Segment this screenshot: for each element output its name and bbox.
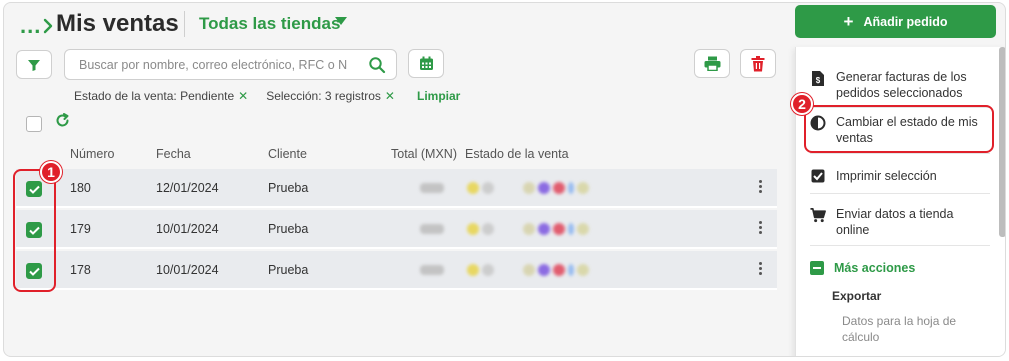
page-title: Mis ventas: [56, 10, 179, 37]
table-row[interactable]: 180 12/01/2024 Prueba: [16, 169, 777, 208]
blurred-total: [420, 262, 444, 278]
chevron-right-icon: [43, 18, 53, 34]
add-order-button[interactable]: + Añadir pedido: [795, 5, 996, 38]
blurred-total: [420, 221, 444, 237]
annotation-highlight-checkboxes: [13, 169, 56, 292]
annotation-badge-2: 2: [791, 93, 813, 115]
add-order-label: Añadir pedido: [863, 14, 948, 29]
caret-down-icon[interactable]: [335, 17, 347, 25]
filter-icon: [28, 59, 40, 71]
menu-item-label: Enviar datos a tienda online: [836, 207, 954, 237]
trash-icon: [751, 55, 765, 71]
printer-icon: [704, 56, 720, 71]
cell-fecha: 12/01/2024: [156, 181, 219, 195]
collapse-icon: [810, 261, 824, 275]
menu-item-label: Imprimir selección: [836, 169, 937, 183]
search-icon[interactable]: [368, 56, 386, 74]
active-filters: Estado de la venta: Pendiente ✕ Selecció…: [74, 89, 460, 103]
refresh-icon[interactable]: [55, 113, 70, 128]
cell-numero: 179: [70, 222, 91, 236]
search-box: [64, 49, 397, 80]
export-heading: Exportar: [832, 289, 882, 303]
export-spreadsheet-link[interactable]: Datos para la hoja de cálculo: [842, 313, 982, 345]
invoice-icon: $: [812, 71, 824, 86]
row-menu-icon[interactable]: [759, 262, 763, 275]
plus-icon: +: [843, 12, 854, 31]
date-filter-button[interactable]: [408, 49, 444, 78]
annotation-badge-1: 1: [40, 161, 62, 183]
menu-item-send-online-store[interactable]: Enviar datos a tienda online: [810, 206, 990, 238]
blurred-status: [467, 180, 589, 196]
cart-icon: [810, 208, 826, 223]
select-all-checkbox[interactable]: [26, 116, 42, 132]
panel-scrollbar[interactable]: [999, 47, 1005, 237]
column-header-cliente[interactable]: Cliente: [268, 147, 307, 161]
menu-divider: [810, 193, 990, 194]
table-row[interactable]: 179 10/01/2024 Prueba: [16, 210, 777, 249]
menu-item-print-selection[interactable]: Imprimir selección: [810, 168, 990, 184]
blurred-total: [420, 180, 444, 196]
filter-chip-status: Estado de la venta: Pendiente: [74, 89, 235, 103]
column-header-estado[interactable]: Estado de la venta: [465, 147, 569, 161]
filter-chip-selection: Selección: 3 registros: [266, 89, 381, 103]
header-divider: [184, 11, 185, 37]
checkbox-icon: [811, 169, 825, 183]
menu-item-label: Generar facturas de los pedidos seleccio…: [836, 70, 967, 100]
menu-divider: [810, 153, 990, 154]
remove-filter-selection-icon[interactable]: ✕: [385, 89, 395, 103]
blurred-status: [467, 221, 589, 237]
store-selector[interactable]: Todas las tiendas: [199, 14, 340, 34]
cell-fecha: 10/01/2024: [156, 263, 219, 277]
print-button[interactable]: [694, 49, 730, 78]
more-actions-label: Más acciones: [834, 261, 916, 275]
remove-filter-status-icon[interactable]: ✕: [238, 89, 248, 103]
breadcrumb-ellipsis[interactable]: ...: [20, 13, 41, 39]
app-window: ... Mis ventas Todas las tiendas Buscar …: [3, 2, 1006, 357]
table-row[interactable]: 178 10/01/2024 Prueba: [16, 251, 777, 290]
cell-numero: 178: [70, 263, 91, 277]
menu-divider: [810, 245, 990, 246]
search-input[interactable]: [79, 56, 353, 74]
cell-cliente: Prueba: [268, 181, 309, 195]
cell-cliente: Prueba: [268, 222, 309, 236]
calendar-icon: [419, 56, 433, 70]
filter-button[interactable]: [16, 50, 52, 79]
blurred-status: [467, 262, 589, 278]
cell-numero: 180: [70, 181, 91, 195]
svg-text:$: $: [816, 76, 821, 85]
cell-fecha: 10/01/2024: [156, 222, 219, 236]
row-menu-icon[interactable]: [759, 221, 763, 234]
column-header-numero[interactable]: Número: [70, 147, 114, 161]
annotation-highlight-change-status: [804, 105, 994, 153]
delete-button[interactable]: [740, 49, 776, 78]
bulk-actions-panel: $ Generar facturas de los pedidos selecc…: [795, 47, 1005, 356]
column-header-fecha[interactable]: Fecha: [156, 147, 191, 161]
more-actions-toggle[interactable]: Más acciones: [810, 261, 915, 275]
menu-item-generate-invoices[interactable]: $ Generar facturas de los pedidos selecc…: [810, 69, 990, 101]
cell-cliente: Prueba: [268, 263, 309, 277]
clear-filters-link[interactable]: Limpiar: [417, 89, 460, 103]
row-menu-icon[interactable]: [759, 180, 763, 193]
column-header-total[interactable]: Total (MXN): [391, 147, 457, 161]
